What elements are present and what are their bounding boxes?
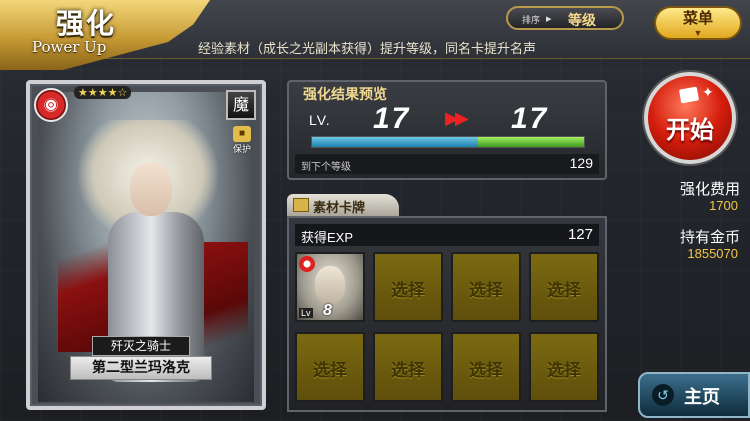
select-label: 选择 [469, 281, 503, 301]
rarity-stars: ★★★★☆ [74, 86, 132, 99]
page-title: 强化 [56, 7, 117, 40]
material-lv-label: Lv [299, 308, 313, 318]
select-label: 选择 [313, 361, 347, 381]
lock-icon: ■ [233, 126, 251, 142]
sort-arrow-icon: ▸ [546, 13, 552, 25]
result-preview-panel: 强化结果预览 LV. 17 ▶▶ 17 到下个等级 129 [287, 80, 607, 180]
material-slot-empty[interactable]: 选择 [529, 332, 599, 402]
select-label: 选择 [391, 361, 425, 381]
exp-bar-gain [478, 137, 584, 147]
cost-label: 强化费用 [679, 181, 740, 198]
gain-exp-label: 获得EXP [301, 230, 354, 245]
select-label: 选择 [391, 281, 425, 301]
preview-title: 强化结果预览 [303, 86, 387, 102]
exp-bar-current [312, 137, 478, 147]
element-icon: ◎ [34, 88, 68, 122]
material-slot-card[interactable]: Lv 8 [295, 252, 365, 322]
menu-label: 菜单 [682, 10, 713, 27]
next-level-label: 到下个等级 [301, 162, 351, 173]
base-card[interactable]: ◎ ★★★★☆ 魔 ■ 保护 歼灭之骑士 第二型兰玛洛克 [26, 80, 266, 410]
gold-label: 持有金币 [679, 229, 740, 246]
page-subtitle: Power Up [32, 38, 107, 56]
material-slot-empty[interactable]: 选择 [451, 332, 521, 402]
back-arrow-icon: ↺ [652, 384, 674, 406]
level-from: 17 [373, 102, 411, 135]
card-art-face [130, 162, 172, 216]
hint-text: 经验素材（成长之光副本获得）提升等级，同名卡提升名声 [198, 41, 537, 56]
exp-bar [311, 136, 585, 148]
gain-exp-value: 127 [567, 226, 593, 243]
material-slot-empty[interactable]: 选择 [373, 252, 443, 322]
sort-key-label: 排序 [522, 15, 541, 25]
start-button[interactable]: ✦ 开始 [644, 72, 736, 164]
start-label: 开始 [666, 115, 714, 144]
cost-value: 1700 [709, 198, 738, 213]
card-thumbnail [315, 266, 345, 304]
card-stack-icon [293, 198, 309, 212]
select-label: 选择 [547, 281, 581, 301]
next-level-row: 到下个等级 129 [295, 154, 599, 174]
card-name: 第二型兰玛洛克 [70, 356, 212, 380]
race-badge: 魔 [226, 90, 256, 120]
materials-tab-label: 素材卡牌 [313, 200, 366, 215]
materials-panel: 获得EXP 127 Lv 8 选择 选择 选择 选择 选择 选择 选择 [287, 216, 607, 412]
lv-label: LV. [309, 112, 331, 128]
material-level: 8 [323, 302, 332, 319]
lock-label: 保护 [232, 144, 251, 154]
element-icon [299, 256, 315, 272]
chevron-down-icon: ▼ [693, 28, 703, 38]
material-slot-empty[interactable]: 选择 [373, 332, 443, 402]
sparkle-icon: ✦ [702, 84, 714, 100]
card-title: 歼灭之骑士 [92, 336, 190, 356]
home-label: 主页 [684, 387, 720, 408]
protect-lock[interactable]: ■ 保护 [228, 126, 256, 162]
materials-tab: 素材卡牌 [287, 194, 399, 216]
material-slot-empty[interactable]: 选择 [529, 252, 599, 322]
material-slot-empty[interactable]: 选择 [295, 332, 365, 402]
sort-button[interactable]: 排序 ▸ 等级 [506, 6, 624, 30]
sort-value-label: 等级 [568, 12, 596, 28]
level-to: 17 [511, 102, 549, 135]
home-button[interactable]: ↺ 主页 [638, 372, 750, 418]
gain-exp-row: 获得EXP 127 [295, 224, 599, 246]
fast-forward-icon: ▶▶ [445, 108, 469, 128]
menu-button[interactable]: 菜单 ▼ [654, 6, 742, 40]
next-level-value: 129 [569, 155, 593, 171]
select-label: 选择 [469, 361, 503, 381]
material-slot-empty[interactable]: 选择 [451, 252, 521, 322]
select-label: 选择 [547, 361, 581, 381]
card-icon [678, 86, 700, 104]
gold-value: 1855070 [687, 246, 738, 261]
